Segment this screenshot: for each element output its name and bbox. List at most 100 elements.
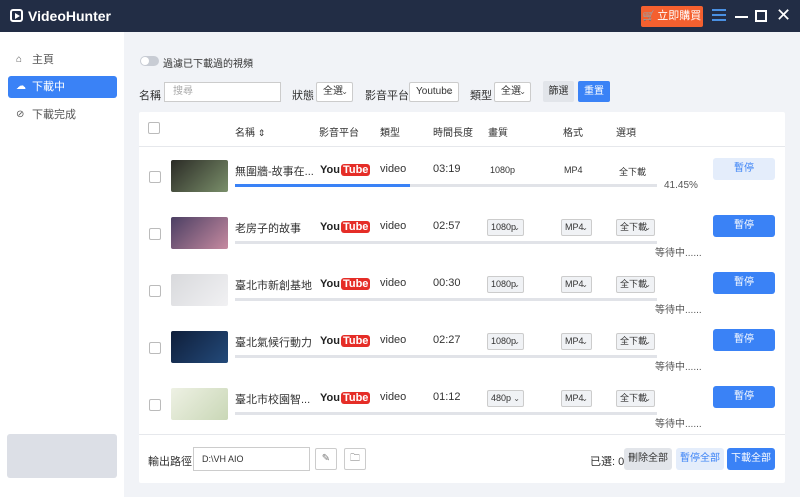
type-select[interactable]: 全選 ⌄ [494, 82, 531, 102]
progress-bar [235, 355, 657, 358]
download-all-button[interactable]: 下載全部 [727, 448, 775, 470]
format-select[interactable]: MP4 ⌄ [561, 333, 592, 350]
video-duration: 01:12 [433, 391, 461, 403]
pause-button[interactable]: 暫停 [713, 329, 775, 351]
quality-select[interactable]: 1080p ⌄ [487, 219, 524, 236]
buy-button[interactable]: 🛒 立即購買 [641, 6, 703, 27]
video-thumbnail [171, 217, 228, 249]
video-title[interactable]: 臺北市新創基地 [235, 277, 312, 293]
quality-select[interactable]: 1080p ⌄ [487, 276, 524, 293]
format-select[interactable]: MP4 ⌄ [561, 390, 592, 407]
chevron-down-icon: ⌄ [644, 394, 651, 403]
type-filter-label: 類型 [470, 90, 492, 102]
check-circle-icon: ⊘ [16, 109, 25, 120]
video-duration: 02:57 [433, 220, 461, 232]
buy-label: 立即購買 [657, 10, 702, 22]
header-divider [139, 146, 785, 147]
header-platform: 影音平台 [319, 128, 359, 139]
filter-button[interactable]: 篩選 [543, 81, 574, 102]
chevron-down-icon: ⌄ [447, 87, 454, 96]
video-type: video [380, 220, 407, 232]
pause-button[interactable]: 暫停 [713, 386, 775, 408]
reset-button[interactable]: 重置 [578, 81, 610, 102]
home-icon: ⌂ [16, 54, 23, 65]
video-duration: 00:30 [433, 277, 461, 289]
sidebar: ⌂ 主頁 ☁ 下載中 ⊘ 下載完成 [0, 32, 124, 497]
progress-bar [235, 298, 657, 301]
progress-fill [235, 184, 410, 187]
sidebar-item-completed[interactable]: ⊘ 下載完成 [8, 104, 117, 126]
header-name[interactable]: 名稱 ⇕ [235, 124, 265, 139]
row-checkbox[interactable] [149, 285, 161, 297]
row-checkbox[interactable] [149, 228, 161, 240]
select-all-checkbox[interactable] [148, 122, 160, 134]
video-title[interactable]: 臺北氣候行動力 [235, 334, 312, 350]
video-type: video [380, 334, 407, 346]
search-input[interactable]: 搜尋 [164, 82, 281, 102]
header-format: 格式 [563, 128, 583, 139]
youtube-logo-icon: You Tube [320, 335, 371, 347]
quality-select[interactable]: 480p ⌄ [487, 390, 524, 407]
minimize-icon[interactable] [735, 9, 749, 23]
row-checkbox[interactable] [149, 342, 161, 354]
cart-icon: 🛒 [642, 11, 656, 22]
row-checkbox[interactable] [149, 171, 161, 183]
title-bar: VideoHunter 🛒 立即購買 ✕ [0, 0, 800, 32]
pause-all-button[interactable]: 暫停全部 [676, 448, 724, 470]
chevron-down-icon: ⌄ [644, 223, 651, 232]
option-select[interactable]: 全下載 ⌄ [616, 219, 655, 236]
video-title[interactable]: 無圍牆-故事在... [235, 163, 314, 179]
quality-select[interactable]: 1080p ⌄ [487, 333, 524, 350]
pause-button[interactable]: 暫停 [713, 215, 775, 237]
sidebar-item-home[interactable]: ⌂ 主頁 [8, 49, 117, 71]
option-select[interactable]: 全下載 ⌄ [616, 276, 655, 293]
sidebar-item-label: 下載完成 [32, 109, 76, 121]
chevron-down-icon: ⌄ [341, 87, 348, 96]
header-type: 類型 [380, 128, 400, 139]
option-select[interactable]: 全下載 ⌄ [616, 333, 655, 350]
download-status: 等待中...... [655, 362, 702, 373]
sidebar-promo-banner[interactable] [7, 434, 117, 478]
app-title: VideoHunter [28, 8, 111, 24]
option-value: 全下載 [619, 167, 647, 177]
chevron-down-icon: ⌄ [513, 223, 520, 232]
youtube-logo-icon: You Tube [320, 221, 371, 233]
chevron-down-icon: ⌄ [644, 280, 651, 289]
delete-all-button[interactable]: 刪除全部 [624, 448, 672, 470]
video-type: video [380, 163, 407, 175]
edit-path-icon[interactable]: ✎ [315, 448, 337, 470]
platform-filter-label: 影音平台 [365, 90, 409, 102]
pause-button[interactable]: 暫停 [713, 158, 775, 180]
chevron-down-icon: ⌄ [581, 337, 588, 346]
quality-value: 1080p [490, 165, 516, 175]
platform-select[interactable]: Youtube ⌄ [409, 82, 459, 102]
output-path-field[interactable]: D:\VH AIO [193, 447, 310, 471]
download-icon: ☁ [16, 81, 26, 92]
progress-bar [235, 241, 657, 244]
filter-downloaded-label: 過濾已下載過的視頻 [163, 59, 253, 70]
sidebar-item-downloading[interactable]: ☁ 下載中 [8, 76, 117, 98]
header-duration: 時間長度 [433, 128, 473, 139]
video-title[interactable]: 老房子的故事 [235, 220, 301, 236]
menu-icon[interactable] [712, 9, 726, 23]
status-select[interactable]: 全選 ⌄ [316, 82, 353, 102]
folder-icon[interactable]: 🗀 [344, 448, 366, 470]
option-select[interactable]: 全下載 ⌄ [616, 390, 655, 407]
format-select[interactable]: MP4 ⌄ [561, 276, 592, 293]
format-select[interactable]: MP4 ⌄ [561, 219, 592, 236]
chevron-down-icon: ⌄ [513, 337, 520, 346]
video-duration: 03:19 [433, 163, 461, 175]
sidebar-item-label: 主頁 [32, 54, 54, 66]
sidebar-item-label: 下載中 [32, 81, 65, 93]
app-logo-icon [10, 9, 23, 22]
chevron-down-icon: ⌄ [513, 394, 520, 403]
pause-button[interactable]: 暫停 [713, 272, 775, 294]
video-title[interactable]: 臺北市校園智... [235, 391, 310, 407]
chevron-down-icon: ⌄ [581, 223, 588, 232]
maximize-icon[interactable] [755, 10, 767, 22]
filter-downloaded-toggle[interactable] [140, 56, 159, 66]
row-checkbox[interactable] [149, 399, 161, 411]
close-icon[interactable]: ✕ [776, 4, 791, 25]
chevron-down-icon: ⌄ [519, 87, 526, 96]
footer-divider [139, 434, 785, 435]
